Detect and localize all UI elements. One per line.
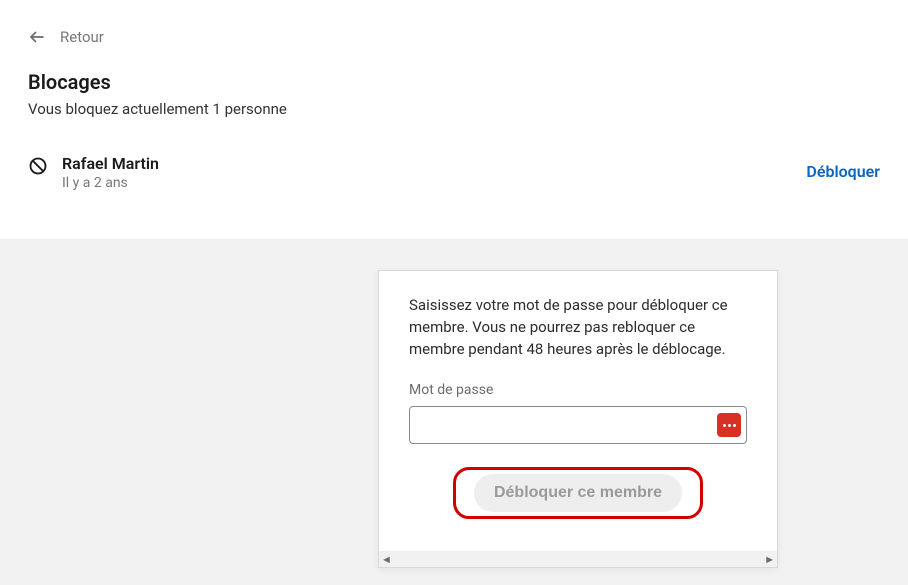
page-subtitle: Vous bloquez actuellement 1 personne bbox=[28, 100, 880, 118]
back-button[interactable]: Retour bbox=[28, 28, 880, 46]
horizontal-scrollbar[interactable]: ◄ ► bbox=[379, 551, 777, 567]
scroll-left-icon[interactable]: ◄ bbox=[381, 553, 392, 566]
blocked-user-info: Rafael Martin Il y a 2 ans bbox=[28, 154, 159, 191]
page-title: Blocages bbox=[28, 70, 880, 94]
password-field-wrap bbox=[409, 406, 747, 444]
password-label: Mot de passe bbox=[409, 382, 747, 398]
unblock-link[interactable]: Débloquer bbox=[806, 162, 880, 181]
blocked-user-time: Il y a 2 ans bbox=[62, 175, 159, 191]
password-manager-icon[interactable] bbox=[717, 413, 741, 437]
back-label: Retour bbox=[60, 28, 104, 46]
arrow-left-icon bbox=[28, 28, 46, 46]
scroll-right-icon[interactable]: ► bbox=[764, 553, 775, 566]
modal-body: Saisissez votre mot de passe pour débloq… bbox=[379, 271, 777, 551]
modal-instruction: Saisissez votre mot de passe pour débloq… bbox=[409, 295, 747, 360]
submit-wrap: Débloquer ce membre bbox=[409, 474, 747, 520]
password-input[interactable] bbox=[409, 406, 747, 444]
block-icon bbox=[28, 156, 48, 176]
unblock-password-modal: Saisissez votre mot de passe pour débloq… bbox=[378, 270, 778, 568]
blocking-panel: Retour Blocages Vous bloquez actuellemen… bbox=[0, 0, 908, 239]
blocked-user-name: Rafael Martin bbox=[62, 154, 159, 173]
unblock-submit-button[interactable]: Débloquer ce membre bbox=[474, 474, 682, 512]
blocked-user-row: Rafael Martin Il y a 2 ans Débloquer bbox=[28, 154, 880, 191]
